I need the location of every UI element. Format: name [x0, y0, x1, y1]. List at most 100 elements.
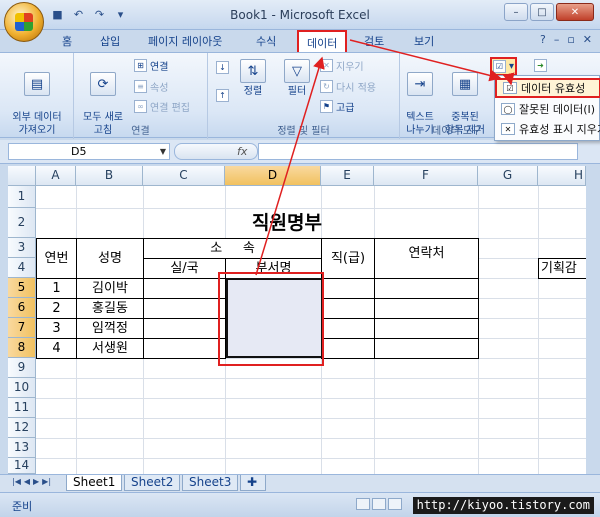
column-header-d[interactable]: D — [225, 166, 321, 186]
tab-home[interactable]: 홈 — [62, 33, 72, 49]
minimize-button[interactable]: – — [504, 3, 528, 21]
header-sil-guk[interactable]: 실/국 — [143, 258, 226, 279]
row-header-7[interactable]: 7 — [8, 318, 36, 338]
sort-za-button[interactable]: ↑ — [216, 89, 229, 102]
page-break-view-icon[interactable] — [388, 498, 402, 510]
row-header-5[interactable]: 5 — [8, 278, 36, 298]
row-header-8[interactable]: 8 — [8, 338, 36, 358]
clear-filter-button[interactable]: ✕ 지우기 — [320, 58, 364, 73]
tab-insert[interactable]: 삽입 — [100, 33, 120, 49]
side-label-cell[interactable]: 기획감 — [538, 258, 586, 279]
next-sheet-icon[interactable]: ▶ — [33, 477, 39, 486]
tab-review[interactable]: 검토 — [364, 33, 384, 49]
employee-no-cell[interactable]: 3 — [36, 318, 77, 339]
header-contact[interactable]: 연락처 — [374, 238, 479, 279]
column-header-a[interactable]: A — [36, 166, 76, 186]
tab-page-layout[interactable]: 페이지 레이아웃 — [148, 33, 222, 49]
row-header-11[interactable]: 11 — [8, 398, 36, 418]
tab-data[interactable]: 데이터 — [297, 30, 348, 53]
column-header-e[interactable]: E — [321, 166, 374, 186]
page-layout-view-icon[interactable] — [372, 498, 386, 510]
column-header-g[interactable]: G — [478, 166, 538, 186]
help-icon[interactable]: ? — [540, 33, 546, 46]
employee-dept-cell[interactable] — [143, 278, 226, 299]
employee-contact-cell[interactable] — [374, 338, 479, 359]
employee-rank-cell[interactable] — [321, 298, 375, 319]
edit-links-button[interactable]: ∞ 연결 편집 — [134, 99, 190, 114]
link-icon: ∞ — [134, 100, 147, 113]
row-header-12[interactable]: 12 — [8, 418, 36, 438]
advanced-filter-button[interactable]: ⚑ 고급 — [320, 99, 354, 114]
insert-sheet-icon[interactable]: ✚ — [240, 475, 266, 491]
employee-contact-cell[interactable] — [374, 318, 479, 339]
menu-item-circle-invalid[interactable]: ◯ 잘못된 데이터(I) — [495, 99, 600, 119]
employee-name-cell[interactable]: 김이박 — [76, 278, 144, 299]
tab-formulas[interactable]: 수식 — [256, 33, 276, 49]
menu-item-data-validation[interactable]: ☑ 데이터 유효성 — [495, 78, 600, 98]
external-data-icon: ▤ — [24, 72, 50, 96]
employee-name-cell[interactable]: 홍길동 — [76, 298, 144, 319]
employee-name-cell[interactable]: 임꺽정 — [76, 318, 144, 339]
sheet-tab-3[interactable]: Sheet3 — [182, 475, 239, 491]
name-box[interactable]: D5 ▼ — [8, 143, 170, 160]
gridline — [36, 398, 586, 399]
employee-dept-cell[interactable] — [143, 318, 226, 339]
employee-rank-cell[interactable] — [321, 338, 375, 359]
tab-view[interactable]: 보기 — [414, 33, 434, 49]
select-all-corner[interactable] — [8, 166, 36, 186]
header-name[interactable]: 성명 — [76, 238, 144, 279]
employee-no-cell[interactable]: 2 — [36, 298, 77, 319]
reapply-button[interactable]: ↻ 다시 적용 — [320, 79, 376, 94]
get-external-data-button[interactable]: ▤ 외부 데이터 가져오기 — [6, 59, 68, 137]
row-header-9[interactable]: 9 — [8, 358, 36, 378]
ribbon-minimize-icon[interactable]: – — [554, 33, 560, 46]
row-header-2[interactable]: 2 — [8, 208, 36, 238]
sort-button[interactable]: ⇅ 정렬 — [236, 59, 270, 98]
formula-input[interactable] — [258, 143, 578, 160]
row-header-14[interactable]: 14 — [8, 458, 36, 474]
employee-contact-cell[interactable] — [374, 298, 479, 319]
office-button[interactable] — [4, 2, 44, 42]
properties-button[interactable]: ≡ 속성 — [134, 79, 168, 94]
last-sheet-icon[interactable]: ▶| — [42, 477, 51, 486]
employee-no-cell[interactable]: 1 — [36, 278, 77, 299]
first-sheet-icon[interactable]: |◀ — [12, 477, 21, 486]
close-button[interactable]: ✕ — [556, 3, 594, 21]
column-header-c[interactable]: C — [143, 166, 225, 186]
row-header-4[interactable]: 4 — [8, 258, 36, 278]
row-header-6[interactable]: 6 — [8, 298, 36, 318]
row-header-1[interactable]: 1 — [8, 186, 36, 208]
ribbon-restore-icon[interactable]: ▫ — [567, 33, 574, 46]
employee-contact-cell[interactable] — [374, 278, 479, 299]
employee-no-cell[interactable]: 4 — [36, 338, 77, 359]
column-header-b[interactable]: B — [76, 166, 143, 186]
header-no[interactable]: 연번 — [36, 238, 77, 279]
sheet-tab-1[interactable]: Sheet1 — [66, 475, 123, 491]
consolidate-button[interactable]: ➜ — [534, 59, 547, 72]
column-header-h[interactable]: H — [538, 166, 586, 186]
normal-view-icon[interactable] — [356, 498, 370, 510]
column-header-f[interactable]: F — [374, 166, 478, 186]
sort-az-button[interactable]: ↓ — [216, 61, 229, 74]
employee-rank-cell[interactable] — [321, 278, 375, 299]
insert-function-area[interactable]: fx — [174, 143, 258, 160]
header-rank[interactable]: 직(급) — [321, 238, 375, 279]
row-header-13[interactable]: 13 — [8, 438, 36, 458]
menu-item-clear-circles[interactable]: ✕ 유효성 표시 지우기 — [495, 119, 600, 139]
row-header-3[interactable]: 3 — [8, 238, 36, 258]
data-validation-button[interactable]: ☑ ▾ — [490, 57, 518, 76]
fx-icon[interactable]: fx — [237, 145, 247, 158]
employee-dept-cell[interactable] — [143, 298, 226, 319]
sheet-tab-2[interactable]: Sheet2 — [124, 475, 181, 491]
header-dept-group[interactable]: 소 속 — [143, 238, 322, 259]
prev-sheet-icon[interactable]: ◀ — [24, 477, 30, 486]
employee-name-cell[interactable]: 서생원 — [76, 338, 144, 359]
filter-button[interactable]: ▽ 필터 — [282, 59, 312, 98]
maximize-button[interactable]: □ — [530, 3, 554, 21]
window-controls: – □ ✕ — [504, 3, 594, 21]
employee-dept-cell[interactable] — [143, 338, 226, 359]
employee-rank-cell[interactable] — [321, 318, 375, 339]
row-header-10[interactable]: 10 — [8, 378, 36, 398]
connections-button[interactable]: ⊞ 연결 — [134, 58, 168, 73]
ribbon-close-icon[interactable]: ✕ — [583, 33, 592, 46]
